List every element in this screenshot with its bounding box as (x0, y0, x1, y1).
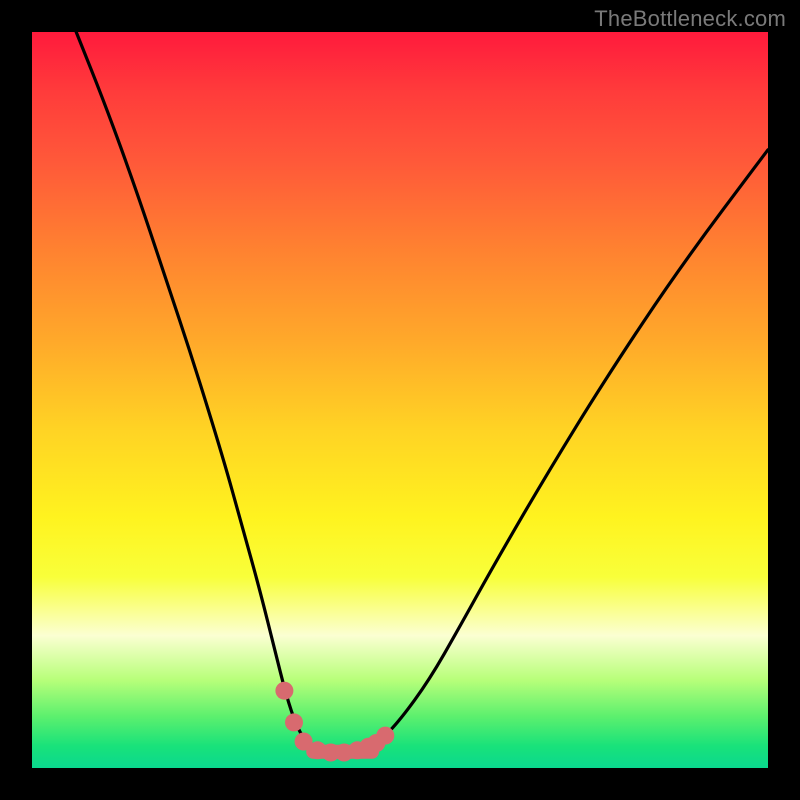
optimal-markers (275, 682, 394, 762)
optimal-marker (376, 727, 394, 745)
optimal-marker (275, 682, 293, 700)
watermark-text: TheBottleneck.com (594, 6, 786, 32)
curve-svg (32, 32, 768, 768)
optimal-marker (285, 713, 303, 731)
bottleneck-curve (76, 32, 768, 753)
plot-area (32, 32, 768, 768)
chart-frame: TheBottleneck.com (0, 0, 800, 800)
